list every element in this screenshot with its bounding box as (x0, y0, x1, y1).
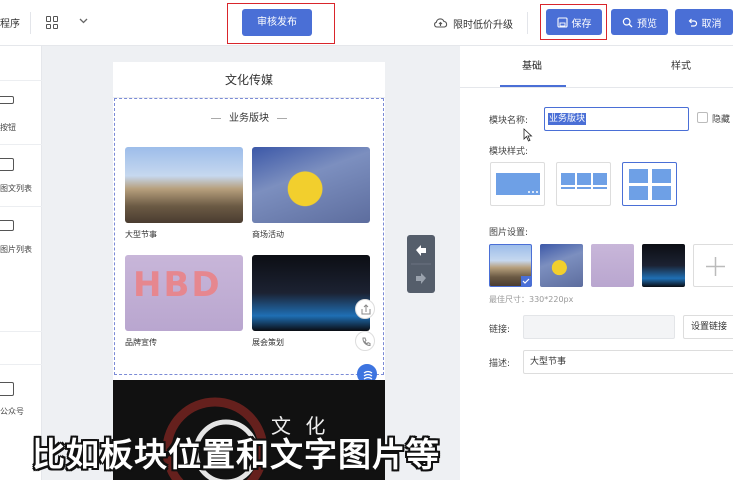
style-option-grid[interactable] (622, 162, 677, 206)
phone-icon[interactable] (355, 331, 375, 351)
mall-event-photo (252, 147, 370, 223)
plus-icon (706, 257, 725, 276)
divider (0, 206, 42, 207)
sidebar-item-label: 公众号 (0, 407, 24, 416)
module-name-value: 业务版块 (548, 113, 587, 125)
tile-caption: 品牌宣传 (125, 338, 157, 347)
sidebar-item-label: 图片列表 (0, 245, 32, 254)
publish-button[interactable]: 审核发布 (242, 9, 312, 36)
settings-panel: 基础 样式 模块名称: 业务版块 隐藏 模块样式: 图片设置: 最佳尺寸：330… (460, 46, 733, 480)
history-controls (407, 235, 435, 293)
top-bar: 程序 审核发布 限时低价升级 保存 预览 取消 (0, 0, 733, 46)
active-tab-indicator (500, 85, 566, 87)
balloon-photo: HBD (125, 255, 243, 331)
description-label: 描述: (489, 359, 511, 369)
preview-button[interactable]: 预览 (611, 9, 668, 35)
mouse-cursor-icon (523, 128, 533, 142)
tile-caption: 大型节事 (125, 230, 157, 239)
cancel-button[interactable]: 取消 (675, 9, 733, 35)
image-thumb-festival[interactable] (489, 244, 532, 287)
tab-style[interactable]: 样式 (671, 46, 691, 88)
hide-checkbox[interactable] (697, 112, 708, 123)
exhibition-photo (252, 255, 370, 331)
module-tile[interactable]: HBD 品牌宣传 (125, 255, 243, 348)
balloon-letters: HBD (133, 265, 222, 305)
module-name-label: 模块名称: (489, 116, 529, 126)
publish-highlight: 审核发布 (227, 3, 335, 44)
add-image-button[interactable] (693, 244, 733, 287)
best-size-hint: 最佳尺寸：330*220px (489, 295, 574, 304)
upgrade-label: 限时低价升级 (453, 19, 513, 31)
module-tile[interactable]: 展会策划 (252, 255, 370, 348)
chevron-down-icon[interactable] (78, 15, 89, 26)
save-icon (556, 16, 568, 28)
list-icon (0, 158, 14, 171)
set-link-button[interactable]: 设置链接 (683, 315, 733, 339)
component-sidebar: 按钮 图文列表 图片列表 公众号 (0, 46, 42, 480)
button-icon (0, 96, 14, 104)
module-tile[interactable]: 商场活动 (252, 147, 370, 240)
description-input[interactable]: 大型节事 (523, 350, 733, 374)
redo-arrow-icon[interactable] (416, 273, 426, 284)
save-label: 保存 (571, 18, 592, 30)
grid-icon[interactable] (46, 16, 59, 29)
account-icon (0, 382, 14, 396)
image-thumb-mall[interactable] (540, 244, 583, 287)
video-subtitle: 比如板块位置和文字图片等 (32, 435, 440, 474)
tab-basic[interactable]: 基础 (522, 46, 542, 88)
hide-label: 隐藏 (712, 115, 731, 125)
preview-label: 预览 (637, 18, 657, 30)
check-icon (521, 276, 531, 286)
festival-photo (125, 147, 243, 223)
divider (0, 80, 42, 81)
image-settings-label: 图片设置: (489, 228, 529, 238)
module-name-input[interactable]: 业务版块 (544, 107, 689, 131)
undo-arrow-icon[interactable] (416, 245, 426, 256)
search-icon (622, 17, 633, 27)
divider (527, 12, 528, 34)
divider (0, 144, 42, 145)
app-name-fragment: 程序 (0, 19, 20, 30)
style-option-banner[interactable] (490, 162, 545, 206)
phone-preview: 文化传媒 业务版块 大型节事 商场活动 HBD 品牌宣传 展会策划 文 化 (113, 62, 385, 480)
sidebar-item-label: 按钮 (0, 123, 16, 132)
editor-canvas: 文化传媒 业务版块 大型节事 商场活动 HBD 品牌宣传 展会策划 文 化 (42, 46, 460, 480)
save-button[interactable]: 保存 (546, 9, 602, 35)
link-input[interactable] (523, 315, 675, 339)
cloud-upload-icon (434, 18, 448, 28)
style-option-three-column[interactable] (556, 162, 611, 206)
module-style-label: 模块样式: (489, 147, 529, 157)
divider (0, 364, 42, 365)
page-title: 文化传媒 (113, 62, 385, 98)
divider (0, 331, 42, 332)
business-module[interactable]: 业务版块 大型节事 商场活动 HBD 品牌宣传 展会策划 (114, 98, 384, 384)
tile-caption: 商场活动 (252, 230, 284, 239)
save-highlight: 保存 (540, 4, 607, 40)
module-tile[interactable]: 大型节事 (125, 147, 243, 240)
cancel-label: 取消 (701, 18, 722, 30)
sidebar-item-label: 图文列表 (0, 184, 32, 193)
link-label: 链接: (489, 325, 511, 335)
upgrade-link[interactable]: 限时低价升级 (433, 14, 513, 32)
undo-icon (688, 18, 697, 27)
settings-tabs: 基础 样式 (460, 46, 733, 88)
image-thumb-balloon[interactable] (591, 244, 634, 287)
image-list-icon (0, 220, 14, 231)
image-thumb-exhibition[interactable] (642, 244, 685, 287)
module-title: 业务版块 (115, 109, 383, 124)
share-icon[interactable] (355, 299, 375, 319)
tile-caption: 展会策划 (252, 338, 284, 347)
divider (30, 12, 31, 34)
